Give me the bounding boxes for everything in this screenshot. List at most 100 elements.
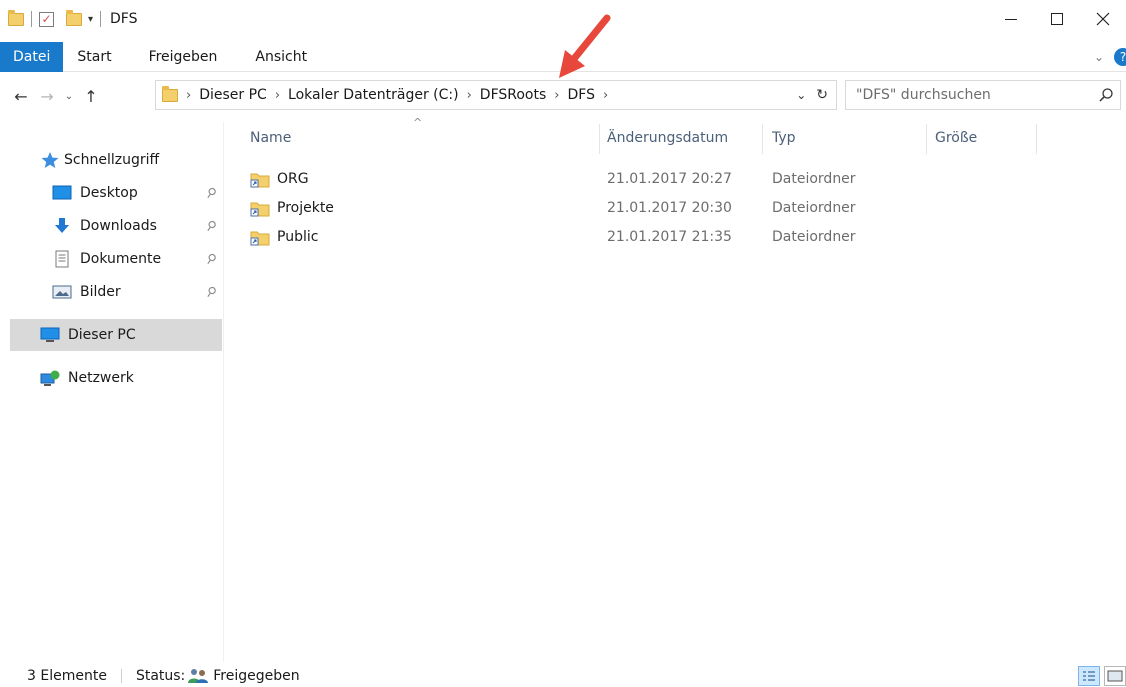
sidebar-item-label: Desktop [80, 185, 138, 201]
shared-users-icon [188, 668, 209, 683]
status-value: Freigegeben [213, 667, 300, 684]
quick-access-toolbar: ✓ ▾ DFS [0, 0, 138, 38]
star-icon [41, 152, 59, 168]
divider [31, 11, 32, 27]
search-box[interactable] [845, 80, 1121, 110]
view-switcher [1078, 666, 1126, 686]
navigation-pane: Schnellzugriff Desktop ⚲ Downloads ⚲ Dok… [0, 122, 224, 662]
file-row[interactable]: Public 21.01.2017 21:35 Dateiordner [250, 223, 870, 251]
large-icons-view-button[interactable] [1104, 666, 1126, 686]
customize-toolbar-icon[interactable]: ▾ [88, 14, 93, 25]
dfs-folder-icon [250, 173, 270, 187]
pin-icon[interactable]: ⚲ [203, 217, 219, 235]
pin-icon[interactable]: ⚲ [203, 184, 219, 202]
sidebar-item-network[interactable]: Netzwerk [10, 362, 222, 394]
search-icon[interactable] [1098, 87, 1114, 103]
close-button[interactable] [1080, 0, 1126, 38]
breadcrumb-this-pc[interactable]: Dieser PC [199, 87, 267, 103]
file-row[interactable]: Projekte 21.01.2017 20:30 Dateiordner [250, 194, 870, 222]
file-name: Public [277, 229, 319, 245]
desktop-icon [52, 185, 72, 200]
address-tools: ⌄ ↻ [796, 81, 828, 109]
pin-icon[interactable]: ⚲ [203, 283, 219, 301]
new-folder-icon[interactable] [66, 9, 82, 26]
recent-locations-button[interactable]: ⌄ [60, 81, 78, 111]
sidebar-item-documents[interactable]: Dokumente ⚲ [52, 243, 222, 275]
sidebar-item-pictures[interactable]: Bilder ⚲ [52, 276, 222, 308]
tab-view[interactable]: Ansicht [231, 42, 321, 72]
column-divider[interactable] [762, 124, 763, 154]
dfs-folder-icon [250, 231, 270, 245]
file-name: ORG [277, 171, 309, 187]
status-label: Status: [135, 667, 186, 684]
folder-icon [8, 9, 24, 26]
folder-icon [162, 85, 178, 102]
close-icon [1096, 12, 1110, 26]
expand-ribbon-icon[interactable]: ⌄ [1094, 50, 1104, 64]
pin-icon[interactable]: ⚲ [203, 250, 219, 268]
pictures-icon [52, 285, 72, 299]
back-button[interactable]: ← [8, 81, 34, 111]
item-count: 3 Elemente [27, 667, 107, 684]
help-icon[interactable]: ? [1114, 48, 1126, 66]
column-divider[interactable] [599, 124, 600, 154]
column-header-name[interactable]: Name [250, 120, 291, 156]
annotation-arrow-icon [559, 14, 611, 78]
minimize-button[interactable] [988, 0, 1034, 38]
breadcrumb-local-disk[interactable]: Lokaler Datenträger (C:) [288, 87, 459, 103]
tab-start[interactable]: Start [63, 42, 125, 72]
address-bar[interactable]: › Dieser PC › Lokaler Datenträger (C:) ›… [155, 80, 837, 110]
divider [120, 668, 122, 683]
network-icon [40, 370, 60, 386]
crumb-separator[interactable]: › [603, 88, 608, 103]
crumb-separator[interactable]: › [467, 88, 472, 103]
search-input[interactable] [856, 87, 1076, 103]
properties-icon[interactable]: ✓ [39, 11, 54, 27]
forward-button[interactable]: → [34, 81, 60, 111]
refresh-icon[interactable]: ↻ [816, 87, 828, 103]
file-name-cell: ORG [250, 171, 309, 188]
computer-icon [40, 327, 60, 342]
sidebar-item-downloads[interactable]: Downloads ⚲ [52, 210, 222, 242]
file-type: Dateiordner [772, 200, 856, 216]
tab-file[interactable]: Datei [0, 41, 64, 72]
crumb-separator[interactable]: › [554, 88, 559, 103]
file-type: Dateiordner [772, 229, 856, 245]
sidebar-item-label: Netzwerk [68, 370, 134, 386]
column-header-size[interactable]: Größe [935, 120, 977, 156]
breadcrumb-dfsroots[interactable]: DFSRoots [480, 87, 547, 103]
status-bar: 3 Elemente Status: Freigegeben [0, 664, 1126, 687]
file-name-cell: Public [250, 229, 318, 246]
details-view-button[interactable] [1078, 666, 1100, 686]
file-date: 21.01.2017 20:30 [607, 200, 732, 216]
crumb-separator[interactable]: › [186, 88, 191, 103]
ribbon-right-controls: ⌄ ? [1094, 42, 1126, 72]
file-name-cell: Projekte [250, 200, 334, 217]
file-row[interactable]: ORG 21.01.2017 20:27 Dateiordner [250, 165, 870, 193]
file-date: 21.01.2017 21:35 [607, 229, 732, 245]
address-row: ← → ⌄ ↑ › Dieser PC › Lokaler Datenträge… [0, 80, 1126, 112]
sidebar-item-label: Schnellzugriff [64, 152, 160, 168]
address-dropdown-icon[interactable]: ⌄ [796, 88, 806, 102]
column-divider[interactable] [926, 124, 927, 154]
column-header-date[interactable]: Änderungsdatum [607, 120, 728, 156]
maximize-button[interactable] [1034, 0, 1080, 38]
large-icons-view-icon [1107, 670, 1123, 682]
downloads-icon [55, 218, 69, 233]
tab-share[interactable]: Freigeben [126, 42, 232, 72]
details-view-icon [1083, 671, 1095, 681]
column-divider[interactable] [1036, 124, 1037, 154]
sidebar-item-desktop[interactable]: Desktop ⚲ [52, 177, 222, 209]
sidebar-item-this-pc[interactable]: Dieser PC [10, 319, 222, 351]
sidebar-item-label: Bilder [80, 284, 121, 300]
documents-icon [55, 250, 69, 268]
window-controls [988, 0, 1126, 38]
crumb-separator[interactable]: › [275, 88, 280, 103]
up-button[interactable]: ↑ [78, 81, 104, 111]
column-header-type[interactable]: Typ [772, 120, 796, 156]
file-type: Dateiordner [772, 171, 856, 187]
sidebar-item-quick-access[interactable]: Schnellzugriff [40, 144, 220, 176]
sidebar-item-label: Dokumente [80, 251, 162, 267]
sidebar-item-label: Downloads [80, 218, 157, 234]
breadcrumb-dfs[interactable]: DFS [568, 87, 595, 103]
